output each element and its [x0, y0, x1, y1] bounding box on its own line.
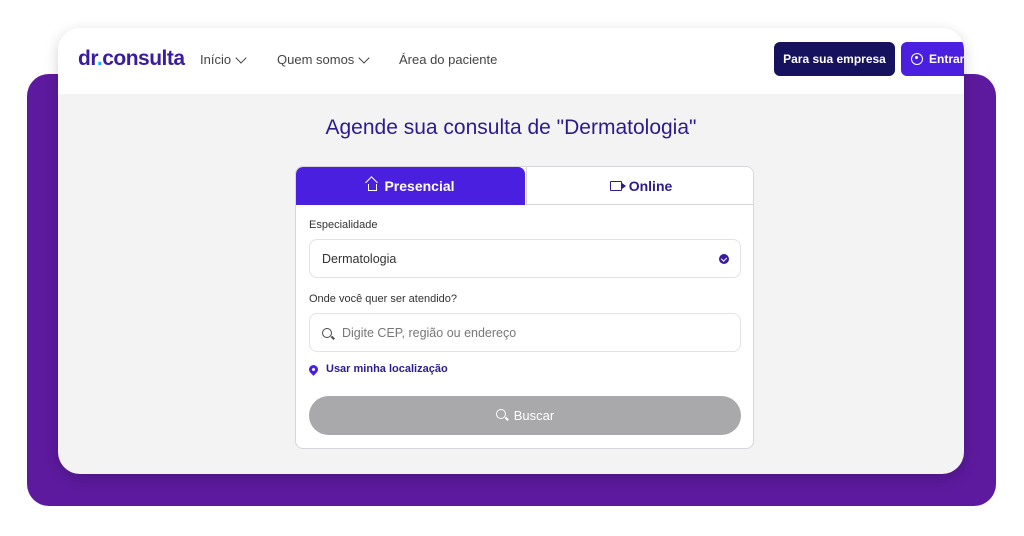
tab-label: Presencial — [384, 178, 455, 194]
login-button[interactable]: Entrar — [901, 42, 964, 76]
company-button-label: Para sua empresa — [783, 52, 886, 66]
search-icon — [322, 327, 332, 338]
check-circle-icon — [719, 254, 729, 264]
tab-online[interactable]: Online — [526, 167, 753, 205]
search-icon — [495, 408, 506, 419]
nav-label: Início — [200, 52, 232, 67]
specialty-value: Dermatologia — [322, 251, 397, 266]
page-title: Agende sua consulta de "Dermatologia" — [325, 116, 697, 139]
house-icon — [366, 181, 378, 191]
location-placeholder: Digite CEP, região ou endereço — [342, 325, 517, 340]
tab-presencial[interactable]: Presencial — [296, 167, 525, 205]
specialty-label: Especialidade — [309, 219, 378, 231]
video-icon — [609, 180, 626, 191]
use-my-location-link[interactable]: Usar minha localização — [307, 362, 448, 376]
top-navbar: dr.consulta Início Quem somos Área do pa… — [58, 28, 964, 94]
search-button-label: Buscar — [513, 408, 555, 423]
nav-item-inicio[interactable]: Início — [200, 51, 247, 67]
location-search-input[interactable]: Digite CEP, região ou endereço — [309, 313, 741, 352]
nav-item-quem-somos[interactable]: Quem somos — [277, 51, 370, 67]
browser-card: dr.consulta Início Quem somos Área do pa… — [58, 28, 964, 474]
search-form: Presencial Online Especialidade Dermatol… — [295, 166, 754, 449]
nav-item-area-do-paciente[interactable]: Área do paciente — [399, 52, 497, 67]
search-button[interactable]: Buscar — [309, 396, 741, 435]
location-pin-icon — [307, 362, 320, 376]
chevron-down-icon — [358, 51, 370, 64]
chevron-down-icon — [235, 51, 247, 64]
user-icon — [911, 53, 923, 65]
nav-label: Quem somos — [277, 52, 355, 67]
use-location-label: Usar minha localização — [326, 363, 448, 375]
logo-suffix: consulta — [102, 47, 185, 70]
tab-label: Online — [628, 177, 673, 194]
logo[interactable]: dr.consulta — [78, 47, 185, 71]
logo-prefix: dr — [78, 47, 97, 70]
nav-label: Área do paciente — [399, 52, 498, 67]
login-button-label: Entrar — [929, 52, 964, 66]
company-button[interactable]: Para sua empresa — [774, 42, 895, 76]
specialty-field[interactable]: Dermatologia — [309, 239, 741, 278]
location-label: Onde você quer ser atendido? — [309, 293, 457, 305]
